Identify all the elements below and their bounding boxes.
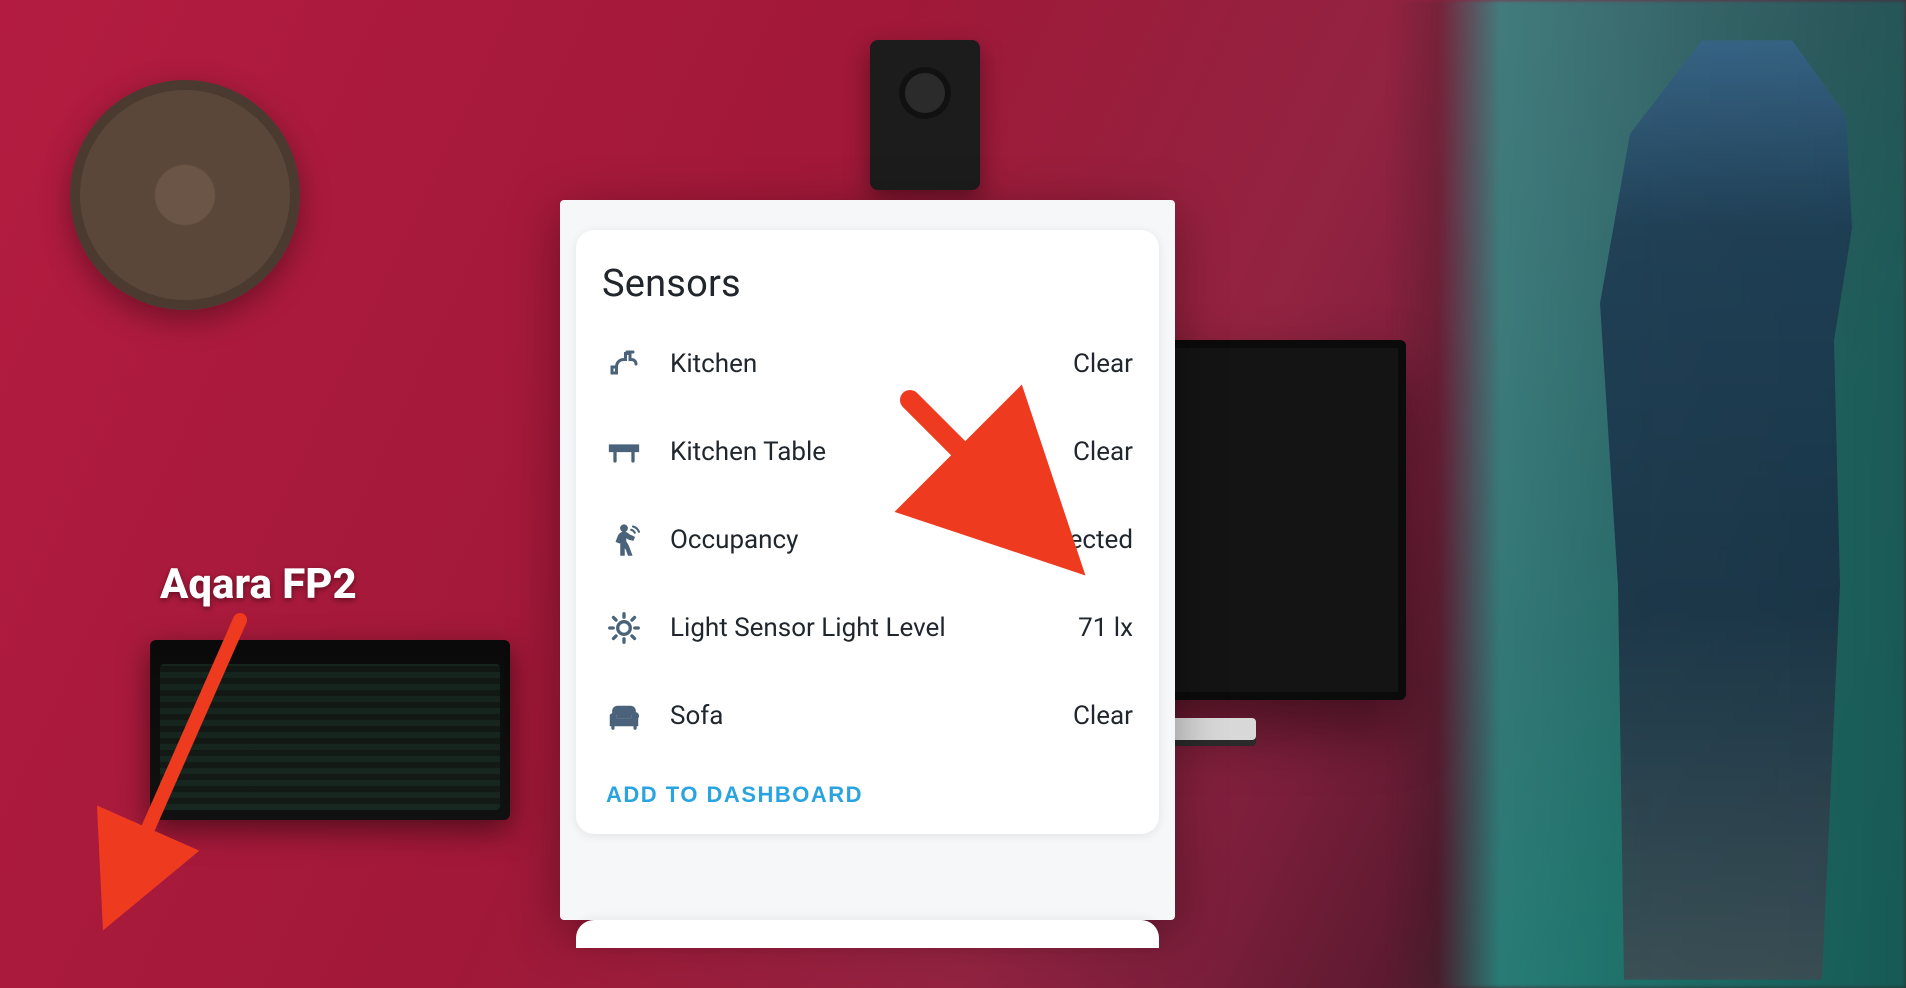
sensor-label: Light Sensor Light Level (670, 613, 1054, 643)
wall-art (70, 80, 300, 310)
sensor-value: Clear (1073, 701, 1133, 731)
card-actions: ADD TO DASHBOARD (602, 760, 1133, 814)
faucet-icon (602, 342, 646, 386)
sensor-label: Kitchen Table (670, 437, 1049, 467)
sensor-value: Clear (1073, 437, 1133, 467)
sensor-row-sofa[interactable]: Sofa Clear (602, 672, 1133, 760)
next-card-peek (576, 920, 1159, 948)
sensor-row-occupancy[interactable]: Occupancy Detected (602, 496, 1133, 584)
add-to-dashboard-button[interactable]: ADD TO DASHBOARD (606, 782, 863, 808)
sensor-label: Sofa (670, 701, 1049, 731)
sensors-card: Sensors Kitchen Clear Kitchen Table Clea… (576, 230, 1159, 834)
wall-speaker (870, 40, 980, 190)
sensor-row-kitchen[interactable]: Kitchen Clear (602, 320, 1133, 408)
sofa-icon (602, 694, 646, 738)
motion-icon (602, 518, 646, 562)
sensor-value: Detected (1029, 525, 1133, 555)
aquarium (150, 640, 510, 820)
sensor-value: Clear (1073, 349, 1133, 379)
sensor-row-light-level[interactable]: Light Sensor Light Level 71 lx (602, 584, 1133, 672)
sensor-value: 71 lx (1078, 613, 1133, 643)
annotation-device-label: Aqara FP2 (160, 560, 357, 609)
sensor-label: Kitchen (670, 349, 1049, 379)
sensor-row-kitchen-table[interactable]: Kitchen Table Clear (602, 408, 1133, 496)
sensors-card-title: Sensors (602, 262, 1133, 306)
sun-icon (602, 606, 646, 650)
table-icon (602, 430, 646, 474)
sensor-label: Occupancy (670, 525, 1005, 555)
